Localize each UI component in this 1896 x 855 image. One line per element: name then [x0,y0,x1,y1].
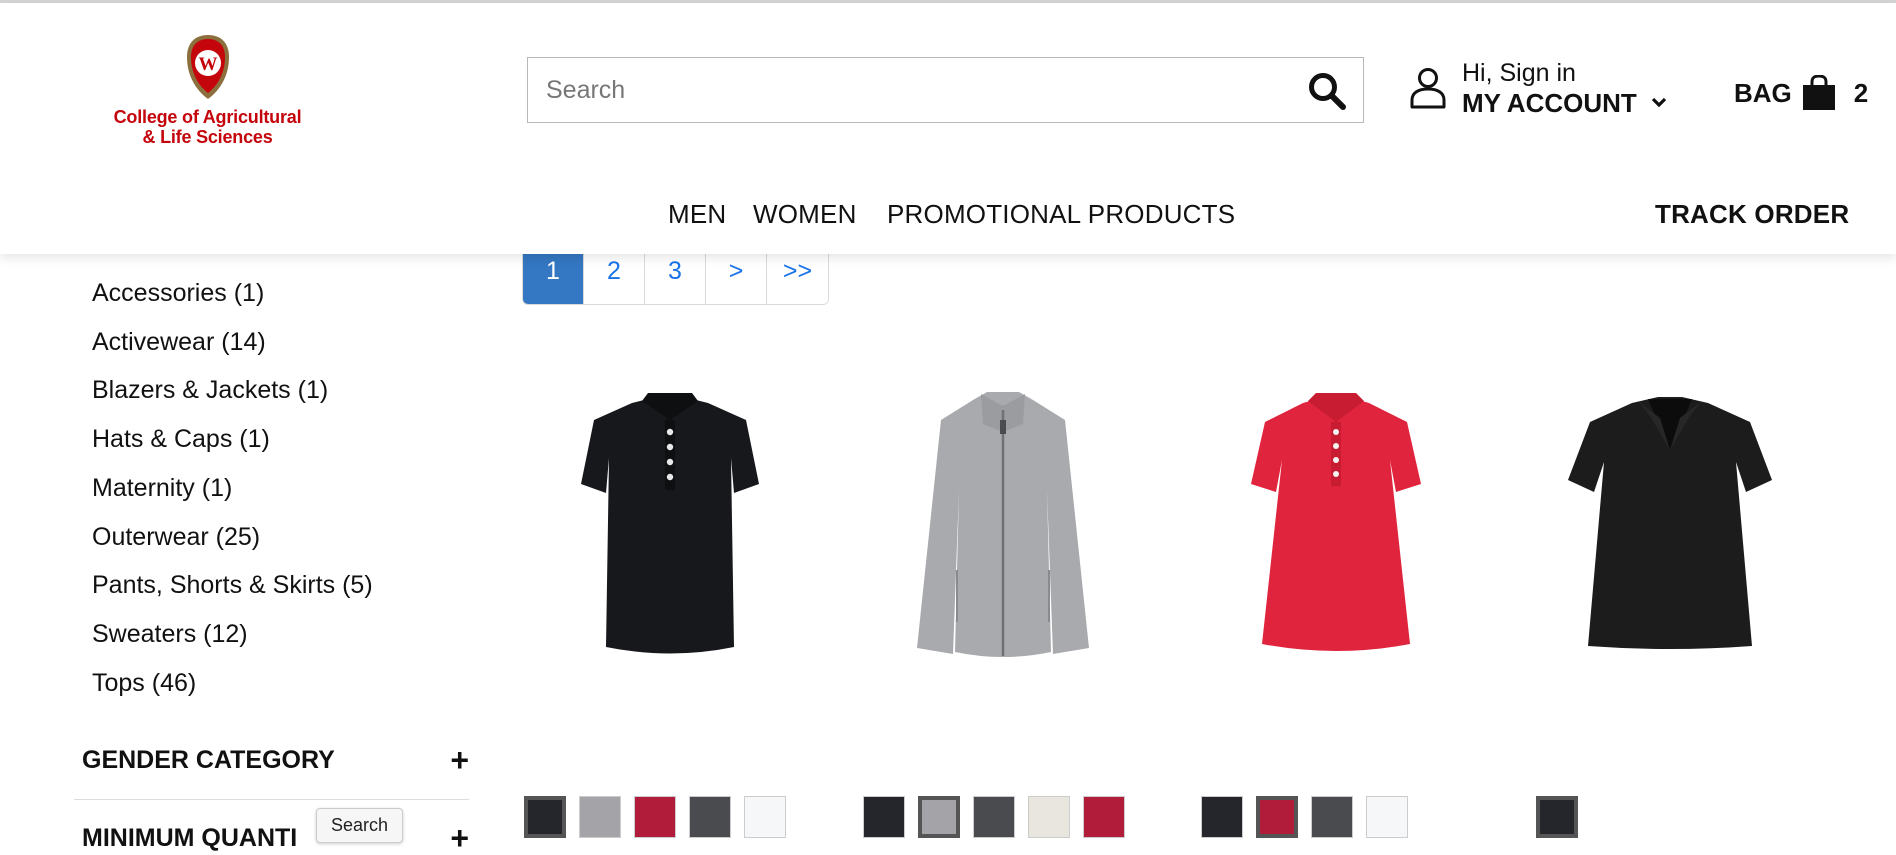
search-input[interactable] [528,58,1288,122]
facet-minimum-quantity[interactable]: MINIMUM QUANTI + [82,820,469,855]
color-swatch-cream[interactable] [1028,796,1070,838]
product-image-gray-jacket[interactable] [853,380,1153,710]
brand-line-2: & Life Sciences [142,127,273,147]
color-swatch-white[interactable] [744,796,786,838]
site-logo[interactable]: W College of Agricultural & Life Science… [100,33,315,153]
category-hats-caps[interactable]: Hats & Caps (1) [92,425,270,454]
category-maternity[interactable]: Maternity (1) [92,474,232,503]
nav-track-order[interactable]: TRACK ORDER [1655,199,1849,230]
category-tops[interactable]: Tops (46) [92,669,196,698]
color-swatch-charcoal[interactable] [1311,796,1353,838]
bag-count: 2 [1853,77,1869,108]
brand-line-1: College of Agricultural [113,107,302,127]
nav-promotional-products[interactable]: PROMOTIONAL PRODUCTS [887,199,1235,230]
facet-divider [74,799,469,800]
color-swatch-charcoal[interactable] [973,796,1015,838]
product-image-black-vneck-polo[interactable] [1520,380,1820,710]
swatch-group-product-3 [1201,796,1408,838]
category-accessories[interactable]: Accessories (1) [92,279,264,308]
category-outerwear[interactable]: Outerwear (25) [92,523,260,552]
swatch-group-product-4 [1536,796,1578,838]
color-swatch-black[interactable] [524,796,566,838]
swatch-group-product-1 [524,796,786,838]
color-swatch-black[interactable] [1536,796,1578,838]
search-icon[interactable] [1307,71,1347,111]
brand-name: College of Agricultural & Life Sciences [100,107,315,147]
chevron-down-icon [1651,97,1667,108]
color-swatch-red[interactable] [634,796,676,838]
color-swatch-red[interactable] [1083,796,1125,838]
color-swatch-gray[interactable] [918,796,960,838]
account-label: MY ACCOUNT [1462,88,1637,118]
account-greeting: Hi, Sign in [1462,59,1576,87]
site-header: W College of Agricultural & Life Science… [0,3,1896,254]
main-nav: MEN WOMEN PROMOTIONAL PRODUCTS TRACK ORD… [0,199,1896,239]
color-swatch-black[interactable] [863,796,905,838]
crest-icon: W [186,35,229,99]
search-tooltip: Search [316,808,404,843]
facet-label: MINIMUM QUANTI [82,824,298,852]
color-swatch-red[interactable] [1256,796,1298,838]
color-swatch-gray[interactable] [579,796,621,838]
color-swatch-white[interactable] [1366,796,1408,838]
facet-label: GENDER CATEGORY [82,746,335,774]
swatch-group-product-2 [863,796,1125,838]
bag-label: BAG [1734,77,1792,108]
product-image-black-polo[interactable] [520,380,820,710]
nav-men[interactable]: MEN [668,199,726,230]
plus-icon[interactable]: + [450,820,469,855]
category-blazers-jackets[interactable]: Blazers & Jackets (1) [92,376,328,405]
category-sweaters[interactable]: Sweaters (12) [92,620,248,649]
product-image-red-polo[interactable] [1186,380,1486,710]
crest-letter: W [198,54,217,75]
category-activewear[interactable]: Activewear (14) [92,328,266,357]
user-icon [1410,68,1446,109]
search-bar [527,57,1364,123]
color-swatch-charcoal[interactable] [689,796,731,838]
nav-women[interactable]: WOMEN [753,199,857,230]
color-swatch-black[interactable] [1201,796,1243,838]
account-menu[interactable]: Hi, Sign in MY ACCOUNT [1410,59,1680,129]
plus-icon[interactable]: + [450,742,469,779]
facet-gender-category[interactable]: GENDER CATEGORY + [82,742,469,786]
bag-icon [1802,75,1835,110]
category-pants-shorts-skirts[interactable]: Pants, Shorts & Skirts (5) [92,571,373,600]
shopping-bag[interactable]: BAG 2 [1734,73,1868,113]
